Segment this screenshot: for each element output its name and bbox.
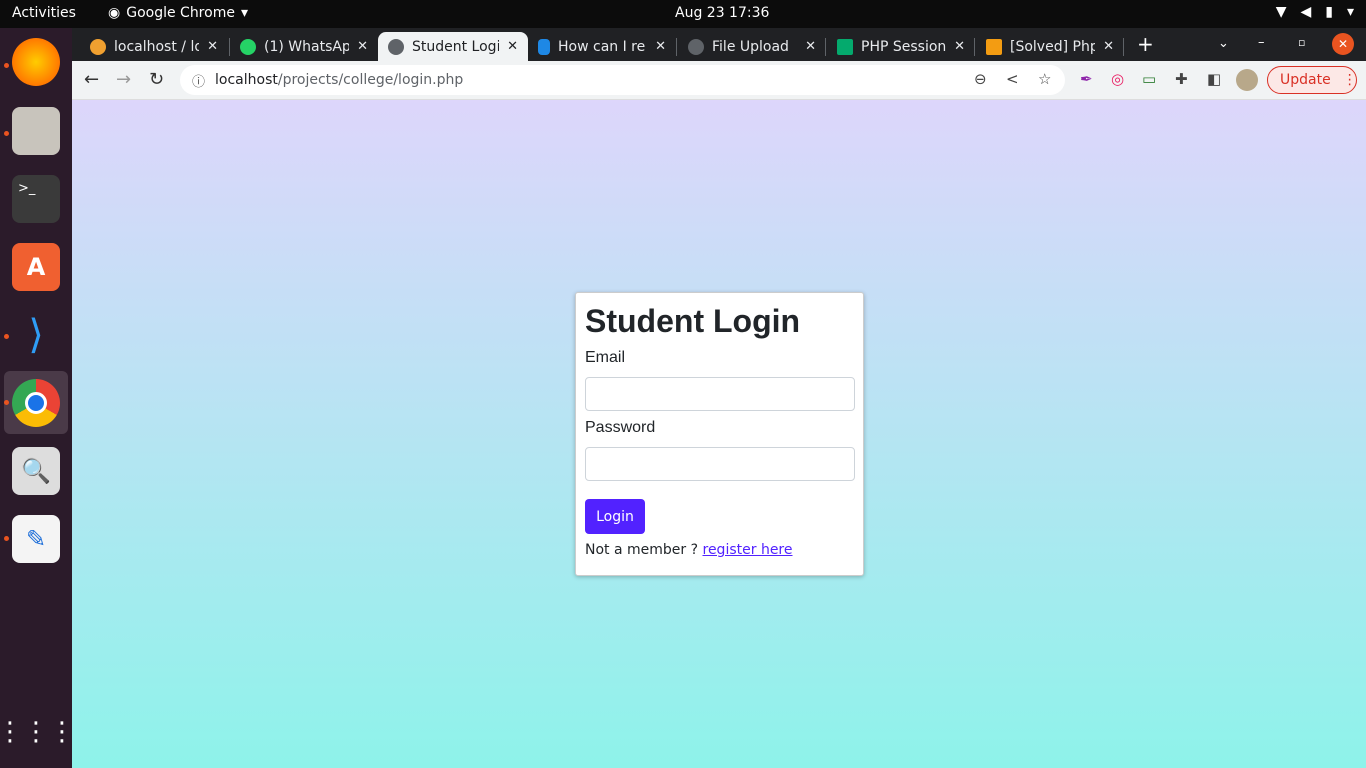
register-prompt-text: Not a member ? [585, 542, 699, 558]
running-indicator [4, 400, 9, 405]
running-indicator [4, 131, 9, 136]
screen-recorder-extension-icon[interactable]: ◎ [1111, 70, 1124, 88]
address-bar[interactable]: ⓘ localhost/projects/college/login.php [180, 65, 1065, 95]
chevron-down-icon: ▾ [1346, 4, 1354, 20]
screenshot-extension-icon[interactable]: ▭ [1142, 70, 1156, 88]
url-host: localhost [215, 72, 278, 88]
tab-whatsapp[interactable]: (1) WhatsApp ✕ [230, 32, 378, 61]
tab-title: File Upload [712, 38, 789, 55]
email-label: Email [585, 349, 626, 366]
tab-solved-php[interactable]: [Solved] Php ✕ [976, 32, 1124, 61]
register-prompt: Not a member ? register here [585, 542, 854, 558]
password-input[interactable] [585, 447, 855, 481]
extensions-puzzle-icon[interactable]: ✚ [1175, 70, 1188, 88]
tab-search-button[interactable]: ⌄ [1218, 36, 1229, 51]
clock[interactable]: Aug 23 17:36 [675, 5, 769, 21]
running-indicator [4, 334, 9, 339]
globe-icon [388, 38, 404, 55]
chevron-down-icon: ▾ [240, 5, 248, 21]
more-menu-icon[interactable]: ⋮ [1343, 72, 1357, 88]
close-window-button[interactable]: ✕ [1332, 33, 1354, 55]
tab-student-login[interactable]: Student Login ✕ [378, 32, 528, 61]
battery-icon: ▮ [1325, 4, 1333, 20]
dock: >_ A ⟩ 🔍 ✎ ⋮⋮⋮ [0, 28, 75, 768]
volume-icon: ◀ [1300, 4, 1312, 20]
login-button[interactable]: Login [585, 499, 645, 534]
show-apps-icon[interactable]: ⋮⋮⋮ [0, 708, 75, 756]
url-path: /projects/college/login.php [277, 72, 464, 88]
side-panel-icon[interactable]: ◧ [1207, 70, 1221, 88]
tab-title: PHP Session [861, 38, 947, 55]
activities-button[interactable]: Activities [12, 5, 76, 21]
chrome-dock-icon[interactable] [12, 379, 60, 427]
tab-title: (1) WhatsApp [264, 38, 350, 55]
restore-button[interactable]: ▫ [1298, 36, 1305, 49]
tab-separator [825, 38, 826, 56]
vscode-icon[interactable]: ⟩ [12, 311, 60, 359]
text-editor-icon[interactable]: ✎ [12, 515, 60, 563]
system-top-bar: Activities ◉ Google Chrome ▾ Aug 23 17:36 … [0, 0, 1366, 28]
tab-php-session[interactable]: PHP Session ✕ [827, 32, 975, 61]
share-icon[interactable]: < [1006, 70, 1019, 88]
back-button[interactable]: ← [84, 69, 99, 90]
reload-button[interactable]: ↻ [149, 69, 164, 90]
tab-localhost[interactable]: localhost / lo ✕ [80, 32, 228, 61]
close-icon[interactable]: ✕ [1103, 39, 1114, 54]
files-icon[interactable] [12, 107, 60, 155]
tab-separator [974, 38, 975, 56]
system-tray[interactable]: ▼ ◀ ▮ ▾ [1276, 4, 1354, 20]
update-label: Update [1280, 72, 1331, 88]
zoom-icon[interactable]: ⊖ [974, 70, 987, 88]
tab-how-can-i[interactable]: How can I re ✕ [528, 32, 676, 61]
close-icon[interactable]: ✕ [954, 39, 965, 54]
tab-title: Student Login [412, 38, 500, 55]
software-store-icon[interactable]: A [12, 243, 60, 291]
tab-file-upload[interactable]: File Upload ✕ [678, 32, 826, 61]
page-title: Student Login [585, 303, 801, 339]
tab-separator [1123, 38, 1124, 56]
tab-title: How can I re [558, 38, 646, 55]
color-picker-extension-icon[interactable]: ✒ [1080, 70, 1093, 88]
app-menu[interactable]: ◉ Google Chrome ▾ [108, 5, 248, 21]
running-indicator [4, 63, 9, 68]
whatsapp-icon [240, 38, 256, 55]
new-tab-button[interactable]: + [1137, 32, 1154, 56]
running-indicator [4, 536, 9, 541]
page-content: Student Login Email Password Login Not a… [72, 100, 1366, 768]
chrome-icon: ◉ [108, 5, 121, 21]
register-link[interactable]: register here [703, 542, 793, 558]
minimize-button[interactable]: – [1258, 35, 1265, 50]
profile-avatar[interactable] [1236, 69, 1258, 91]
update-button[interactable]: Update ⋮ [1267, 66, 1357, 94]
site-icon [986, 38, 1002, 55]
close-icon[interactable]: ✕ [357, 39, 368, 54]
forward-button[interactable]: → [116, 69, 131, 90]
phpmyadmin-icon [90, 38, 106, 55]
password-label: Password [585, 419, 656, 436]
firefox-icon[interactable] [12, 38, 60, 86]
tab-strip: localhost / lo ✕ (1) WhatsApp ✕ Student Lo… [72, 28, 1366, 61]
image-viewer-icon[interactable]: 🔍 [12, 447, 60, 495]
w3schools-icon [837, 38, 853, 55]
login-card: Student Login Email Password Login Not a… [575, 292, 864, 576]
tab-title: localhost / lo [114, 38, 200, 55]
close-icon[interactable]: ✕ [207, 39, 218, 54]
wifi-icon: ▼ [1275, 4, 1287, 20]
close-icon[interactable]: ✕ [507, 39, 518, 54]
close-icon[interactable]: ✕ [805, 39, 816, 54]
database-icon [538, 38, 550, 55]
bookmark-star-icon[interactable]: ☆ [1038, 70, 1051, 88]
browser-toolbar: ← → ↻ ⓘ localhost/projects/college/login… [72, 61, 1366, 100]
email-input[interactable] [585, 377, 855, 411]
tab-title: [Solved] Php [1010, 38, 1096, 55]
terminal-icon[interactable]: >_ [12, 175, 60, 223]
globe-icon [688, 38, 704, 55]
tab-separator [676, 38, 677, 56]
close-icon[interactable]: ✕ [655, 39, 666, 54]
site-info-icon[interactable]: ⓘ [192, 71, 205, 90]
app-name: Google Chrome [126, 5, 235, 21]
